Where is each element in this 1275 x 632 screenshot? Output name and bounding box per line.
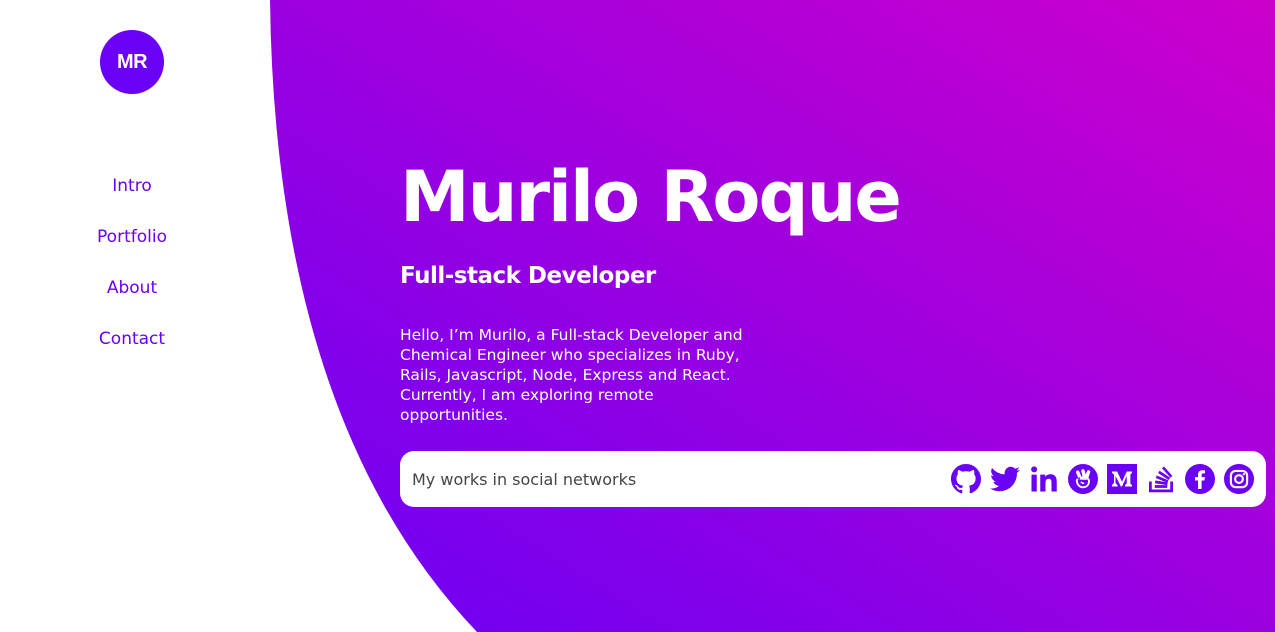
hero-name: Murilo Roque (400, 156, 902, 238)
angellist-icon[interactable] (1068, 464, 1098, 494)
social-networks-bar: My works in social networks (400, 451, 1266, 507)
logo-initials: MR (116, 50, 148, 73)
main-nav: Intro Portfolio About Contact (0, 172, 264, 376)
github-icon[interactable] (951, 464, 981, 494)
facebook-icon[interactable] (1185, 464, 1215, 494)
stackoverflow-icon[interactable] (1146, 464, 1176, 494)
logo-avatar[interactable]: MR (100, 30, 164, 94)
page: MR Intro Portfolio About Contact Murilo … (0, 0, 1275, 632)
nav-link-intro[interactable]: Intro (112, 172, 151, 200)
twitter-icon[interactable] (990, 464, 1020, 494)
social-networks-label: My works in social networks (412, 469, 637, 489)
social-icons (951, 464, 1254, 494)
sidebar: MR Intro Portfolio About Contact (0, 0, 264, 632)
nav-link-contact[interactable]: Contact (99, 325, 165, 353)
nav-link-about[interactable]: About (107, 274, 157, 302)
linkedin-icon[interactable] (1029, 464, 1059, 494)
hero-role: Full-stack Developer (400, 263, 656, 289)
nav-link-portfolio[interactable]: Portfolio (97, 223, 167, 251)
medium-icon[interactable] (1107, 464, 1137, 494)
instagram-icon[interactable] (1224, 464, 1254, 494)
hero-bio: Hello, I’m Murilo, a Full-stack Develope… (400, 326, 743, 424)
